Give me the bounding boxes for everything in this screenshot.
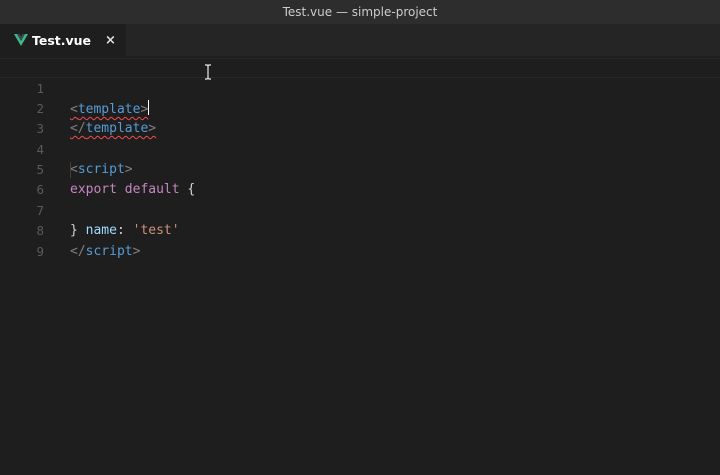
code-line[interactable]: 6 name: 'test' (0, 160, 720, 238)
code-line[interactable]: 7 } (0, 180, 720, 238)
title-bar: Test.vue — simple-project (0, 0, 720, 24)
code-line[interactable]: 9 (0, 221, 720, 259)
code-line[interactable]: 8 </script> (0, 201, 720, 258)
tab-test-vue[interactable]: Test.vue × (0, 24, 126, 56)
tag-bracket: > (132, 243, 141, 259)
tag-bracket: </ (70, 243, 86, 259)
tag-name: script (85, 243, 133, 259)
code-editor[interactable]: 1 <template> 2 </template> 3 4 <script> … (0, 56, 720, 259)
code-line[interactable]: 2 </template> (0, 78, 720, 136)
ibeam-cursor-icon (205, 64, 211, 80)
code-line[interactable]: 3 (0, 99, 720, 136)
vue-logo-icon (14, 34, 28, 46)
window-title: Test.vue — simple-project (282, 5, 438, 19)
close-icon[interactable]: × (105, 33, 116, 48)
line-number: 9 (36, 243, 44, 259)
line-content: </script> (70, 242, 140, 262)
tab-label: Test.vue (32, 32, 92, 48)
tab-bar: Test.vue × (0, 24, 720, 56)
indent-guide (70, 161, 71, 178)
code-line[interactable]: 5 export default { (0, 140, 720, 197)
code-line[interactable]: 4 <script> (0, 119, 720, 177)
code-line[interactable]: 1 <template> (0, 58, 720, 117)
editor-window: Test.vue — simple-project Test.vue × 1 <… (0, 0, 720, 475)
